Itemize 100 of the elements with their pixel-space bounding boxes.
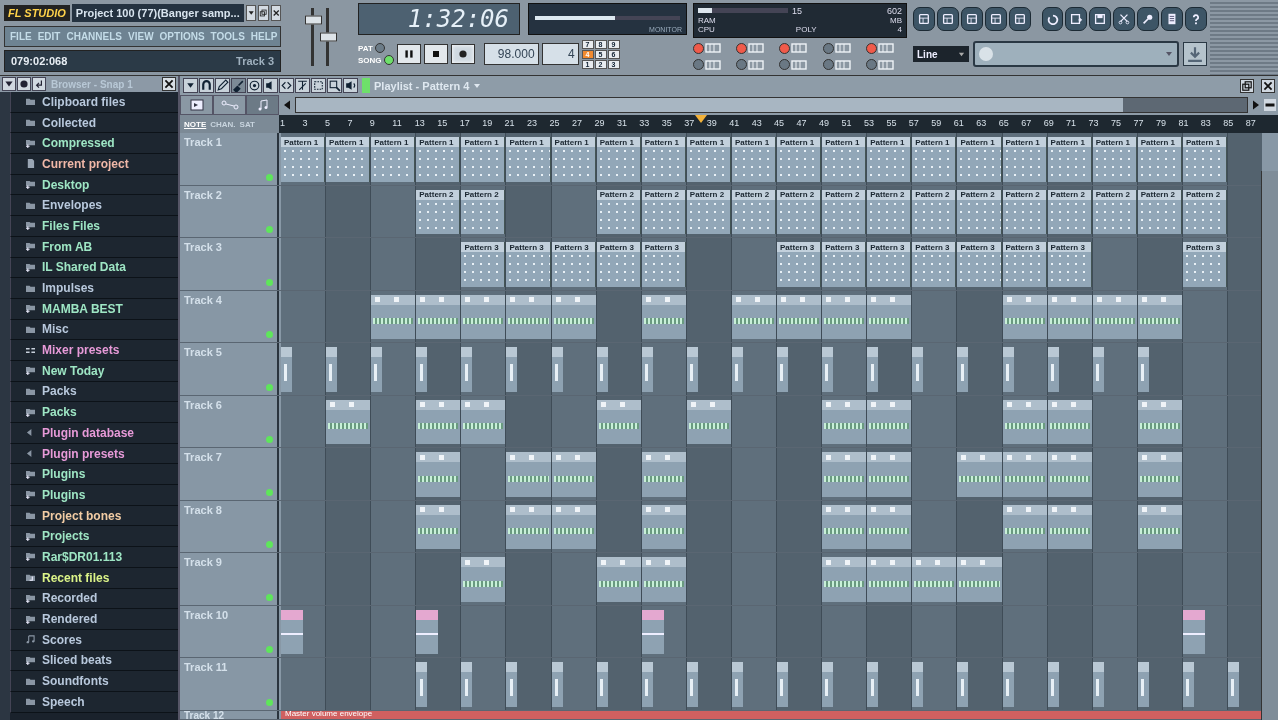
browser-item[interactable]: Files Files [10,216,178,237]
beat-clip[interactable] [551,504,596,549]
hit-clip[interactable] [1137,662,1149,707]
beat-clip[interactable] [777,294,822,339]
browser-item[interactable]: Packs [10,402,178,423]
hit-clip[interactable] [731,662,743,707]
track-mute-led[interactable] [266,436,273,443]
beat-clip[interactable] [596,399,641,444]
scrollbar-thumb[interactable] [296,98,1124,112]
mute-icon[interactable] [263,78,278,93]
beat-clip[interactable] [1047,452,1092,497]
browser-item[interactable]: Rar$DR01.113 [10,547,178,568]
beat-clip[interactable] [461,557,506,602]
beat-clip[interactable] [641,504,686,549]
zoom-icon[interactable] [327,78,342,93]
hit-clip[interactable] [867,347,879,392]
hit-clip[interactable] [1182,662,1194,707]
select-icon[interactable] [311,78,326,93]
hit-clip[interactable] [596,662,608,707]
browser-item[interactable]: MAMBA BEST [10,298,178,320]
record-button[interactable] [450,44,475,64]
hit-clip[interactable] [777,347,789,392]
beat-clip[interactable] [867,504,912,549]
mode-radio[interactable] [374,43,385,53]
beat-clip[interactable] [957,557,1002,602]
audio-view-tab[interactable] [246,95,279,115]
hit-clip[interactable] [641,662,653,707]
option-led[interactable] [779,59,791,71]
automation-clip[interactable] [416,609,439,654]
hit-clip[interactable] [822,347,834,392]
circle-icon[interactable] [17,77,31,91]
beat-clip[interactable] [551,294,596,339]
beat-clip[interactable] [1002,452,1047,497]
stop-button[interactable] [423,44,448,64]
track-mute-led[interactable] [266,383,273,391]
beat-clip[interactable] [596,557,641,602]
beat-clip[interactable] [416,294,461,339]
hit-clip[interactable] [596,347,608,392]
undo-icon[interactable] [1041,7,1064,31]
beat-clip[interactable] [1002,504,1047,549]
magnet-icon[interactable] [199,78,214,93]
option-led[interactable] [865,42,877,54]
beat-clip[interactable] [371,294,416,339]
browser-item[interactable]: Compressed [10,133,178,155]
beat-clip[interactable] [1137,399,1182,444]
browser-item[interactable]: Recorded [10,588,178,610]
beat-clip[interactable] [326,399,371,444]
track-mute-led[interactable] [266,698,273,706]
beat-clip[interactable] [822,294,867,339]
zoom-out-icon[interactable] [1264,99,1276,111]
beat-clip[interactable] [1002,399,1047,444]
hit-clip[interactable] [1047,347,1059,392]
browser-item[interactable]: Soundfonts [10,671,178,692]
hit-clip[interactable] [686,347,698,392]
pause-button[interactable] [396,44,421,64]
browser-item[interactable]: Project bones [10,505,178,527]
browser-item[interactable]: Plugins [10,485,178,506]
slip-icon[interactable] [279,78,294,93]
hit-clip[interactable] [1137,347,1149,392]
browser-item[interactable]: Plugins [10,464,178,486]
browser-item[interactable]: Clipboard files [10,92,178,113]
beat-clip[interactable] [1047,399,1092,444]
mode-radio[interactable] [383,55,394,65]
track-mute-led[interactable] [266,593,273,601]
beat-clip[interactable] [822,399,867,444]
track-mute-led[interactable] [266,226,273,233]
close-icon[interactable] [1261,78,1275,93]
back-icon[interactable] [32,77,46,91]
hit-clip[interactable] [1002,662,1014,707]
hit-clip[interactable] [912,662,924,707]
track-mute-led[interactable] [266,331,273,338]
hit-clip[interactable] [506,347,518,392]
beat-clip[interactable] [867,294,912,339]
save-icon[interactable] [1089,7,1112,31]
hit-clip[interactable] [551,662,563,707]
browser-item[interactable]: From AB [10,236,178,258]
browser-item[interactable]: IL Shared Data [10,257,178,279]
beat-clip[interactable] [641,294,686,339]
hit-clip[interactable] [1092,662,1104,707]
menu-icon[interactable] [245,4,257,21]
browser-item[interactable]: Current project [10,154,178,175]
browser-item[interactable]: Plugin database [10,423,178,444]
beat-clip[interactable] [686,399,731,444]
vertical-scrollbar[interactable] [1261,171,1278,720]
browser-item[interactable]: Misc [10,319,178,341]
beat-clip[interactable] [822,452,867,497]
beat-clip[interactable] [506,294,551,339]
track-mute-led[interactable] [266,488,273,496]
help-icon[interactable] [1185,7,1207,31]
beat-clip[interactable] [867,557,912,602]
document-icon[interactable] [1161,7,1184,31]
slider-thumb[interactable] [320,32,337,42]
window-toggle-icon[interactable] [913,7,935,31]
beat-clip[interactable] [867,452,912,497]
automation-clip[interactable] [1182,609,1205,654]
browser-item[interactable]: Desktop [10,174,178,196]
beat-clip[interactable] [957,452,1002,497]
hit-clip[interactable] [1047,662,1059,707]
beat-clip[interactable] [506,452,551,497]
target-icon[interactable] [247,78,262,93]
